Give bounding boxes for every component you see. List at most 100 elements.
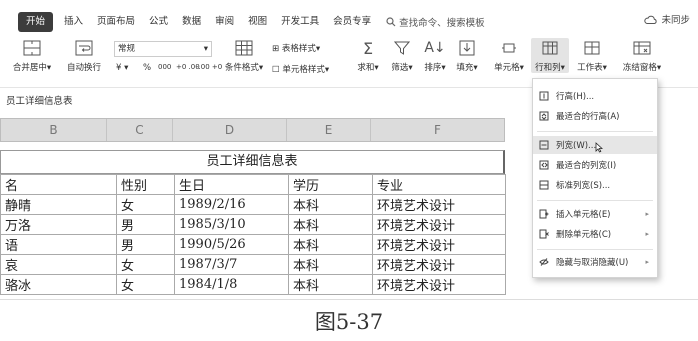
search-placeholder: 查找命令、搜索模板 (399, 18, 485, 29)
conditional-format-button[interactable]: 条件格式▾ (222, 38, 266, 73)
table-cell[interactable]: 哀 (0, 254, 117, 275)
cell-button[interactable]: 单元格▾ (492, 38, 526, 73)
table-cell[interactable]: 女 (116, 274, 175, 295)
row-col-button[interactable]: 行和列▾ (531, 38, 569, 73)
percent-button[interactable]: % (143, 63, 151, 73)
table-cell[interactable]: 本科 (288, 254, 373, 275)
menu-item-row-height[interactable]: 行高(H)... (533, 87, 657, 105)
table-cell[interactable]: 1989/2/16 (174, 194, 289, 215)
freeze-panes-icon (633, 41, 651, 55)
wrap-text-button[interactable]: 自动换行 (64, 38, 104, 73)
number-format-select[interactable]: 常规 ▾ (114, 41, 212, 57)
table-cell[interactable]: 环境艺术设计 (372, 194, 506, 215)
table-cell[interactable]: 名 (0, 174, 117, 195)
merge-center-button[interactable]: 合并居中▾ (2, 38, 62, 73)
sort-icon: A↓ (424, 40, 446, 56)
column-header-d[interactable]: D (173, 119, 287, 141)
tab-formulas[interactable]: 公式 (142, 12, 175, 32)
thousands-button[interactable]: 000 (158, 63, 171, 71)
table-cell[interactable]: 静晴 (0, 194, 117, 215)
table-cell[interactable]: 男 (116, 234, 175, 255)
table-cell[interactable]: 环境艺术设计 (372, 254, 506, 275)
table-row: 万洛 男 1985/3/10 本科 环境艺术设计 (0, 214, 506, 235)
menu-item-label: 插入单元格(E) (556, 210, 611, 220)
tab-review[interactable]: 审阅 (208, 12, 241, 32)
table-cell[interactable]: 1985/3/10 (174, 214, 289, 235)
table-cell[interactable]: 学历 (288, 174, 373, 195)
table-cell[interactable]: 环境艺术设计 (372, 274, 506, 295)
table-cell[interactable]: 1987/3/7 (174, 254, 289, 275)
table-row: 静晴 女 1989/2/16 本科 环境艺术设计 (0, 194, 506, 215)
cell-style-icon: ☐ (272, 65, 280, 75)
table-cell[interactable]: 万洛 (0, 214, 117, 235)
submenu-arrow-icon: ▸ (645, 230, 649, 238)
menu-item-insert-cells[interactable]: 插入单元格(E) ▸ (533, 205, 657, 223)
row-col-dropdown-menu: 行高(H)... 最适合的行高(A) 列宽(W)... 最适合的列宽(I) 标准… (532, 78, 658, 278)
search-icon (386, 17, 396, 27)
conditional-format-label: 条件格式 (224, 63, 259, 73)
menu-item-best-row-height[interactable]: 最适合的行高(A) (533, 107, 657, 125)
table-cell[interactable]: 生日 (174, 174, 289, 195)
table-cell[interactable]: 男 (116, 214, 175, 235)
tab-home[interactable]: 开始 (18, 12, 54, 32)
table-cell[interactable]: 女 (116, 194, 175, 215)
menu-item-label: 标准列宽(S)... (556, 181, 611, 191)
table-cell[interactable]: 环境艺术设计 (372, 234, 506, 255)
cell-icon (502, 43, 516, 53)
table-cell[interactable]: 性别 (116, 174, 175, 195)
figure-caption: 图5-37 (314, 310, 384, 334)
column-header-f[interactable]: F (371, 119, 504, 141)
table-style-button[interactable]: ⊞ 表格样式▾ (272, 42, 320, 54)
table-cell[interactable]: 环境艺术设计 (372, 214, 506, 235)
fill-button[interactable]: 填充▾ (452, 38, 482, 73)
table-cell[interactable]: 语 (0, 234, 117, 255)
tab-member[interactable]: 会员专享 (326, 12, 378, 32)
tab-data[interactable]: 数据 (175, 12, 208, 32)
filter-icon (394, 41, 410, 55)
freeze-panes-button[interactable]: 冻结窗格▾ (620, 38, 664, 73)
cell-label: 单元格 (494, 63, 520, 73)
table-cell[interactable]: 本科 (288, 274, 373, 295)
sort-button[interactable]: A↓ 排序▾ (420, 38, 450, 73)
table-row: 骆冰 女 1984/1/8 本科 环境艺术设计 (0, 274, 506, 295)
column-header-e[interactable]: E (287, 119, 371, 141)
table-cell[interactable]: 本科 (288, 214, 373, 235)
menu-item-label: 最适合的行高(A) (556, 112, 620, 122)
worksheet-button[interactable]: 工作表▾ (574, 38, 610, 73)
table-cell[interactable]: 1990/5/26 (174, 234, 289, 255)
formula-bar[interactable]: 员工详细信息表 (0, 94, 530, 110)
sync-status[interactable]: 未同步 (644, 12, 690, 26)
filter-button[interactable]: 筛选▾ (386, 38, 418, 73)
menu-item-best-column-width[interactable]: 最适合的列宽(I) (533, 156, 657, 174)
currency-button[interactable]: ¥ ▾ (116, 63, 128, 73)
currency-label: ¥ (116, 63, 122, 73)
cloud-icon (644, 15, 658, 24)
table-cell[interactable]: 专业 (372, 174, 506, 195)
table-cell[interactable]: 1984/1/8 (174, 274, 289, 295)
data-table: 名 性别 生日 学历 专业 静晴 女 1989/2/16 本科 环境艺术设计 万… (0, 174, 506, 295)
command-search[interactable]: 查找命令、搜索模板 (386, 15, 485, 29)
table-cell[interactable]: 本科 (288, 194, 373, 215)
tab-page-layout[interactable]: 页面布局 (90, 12, 142, 32)
table-cell[interactable]: 女 (116, 254, 175, 275)
menu-item-delete-cells[interactable]: 删除单元格(C) ▸ (533, 225, 657, 243)
tab-insert[interactable]: 插入 (57, 12, 90, 32)
number-format-value: 常规 (118, 44, 136, 54)
sheet-title-cell[interactable]: 员工详细信息表 (0, 150, 505, 174)
decrease-decimal-button[interactable]: -.00 +0 (196, 63, 222, 71)
table-style-label: 表格样式 (281, 44, 316, 54)
menu-item-standard-column-width[interactable]: 标准列宽(S)... (533, 176, 657, 194)
sum-button[interactable]: Σ 求和▾ (352, 38, 384, 74)
table-cell[interactable]: 本科 (288, 234, 373, 255)
cell-style-button[interactable]: ☐ 单元格样式▾ (272, 63, 329, 75)
column-header-b[interactable]: B (1, 119, 107, 141)
tab-view[interactable]: 视图 (241, 12, 274, 32)
menu-item-label: 隐藏与取消隐藏(U) (556, 258, 629, 268)
table-cell[interactable]: 骆冰 (0, 274, 117, 295)
column-header-c[interactable]: C (107, 119, 173, 141)
table-row: 哀 女 1987/3/7 本科 环境艺术设计 (0, 254, 506, 275)
tab-developer[interactable]: 开发工具 (274, 12, 326, 32)
menu-item-hide-unhide[interactable]: 隐藏与取消隐藏(U) ▸ (533, 253, 657, 271)
menu-item-column-width[interactable]: 列宽(W)... (533, 136, 657, 154)
menu-separator (537, 131, 653, 132)
